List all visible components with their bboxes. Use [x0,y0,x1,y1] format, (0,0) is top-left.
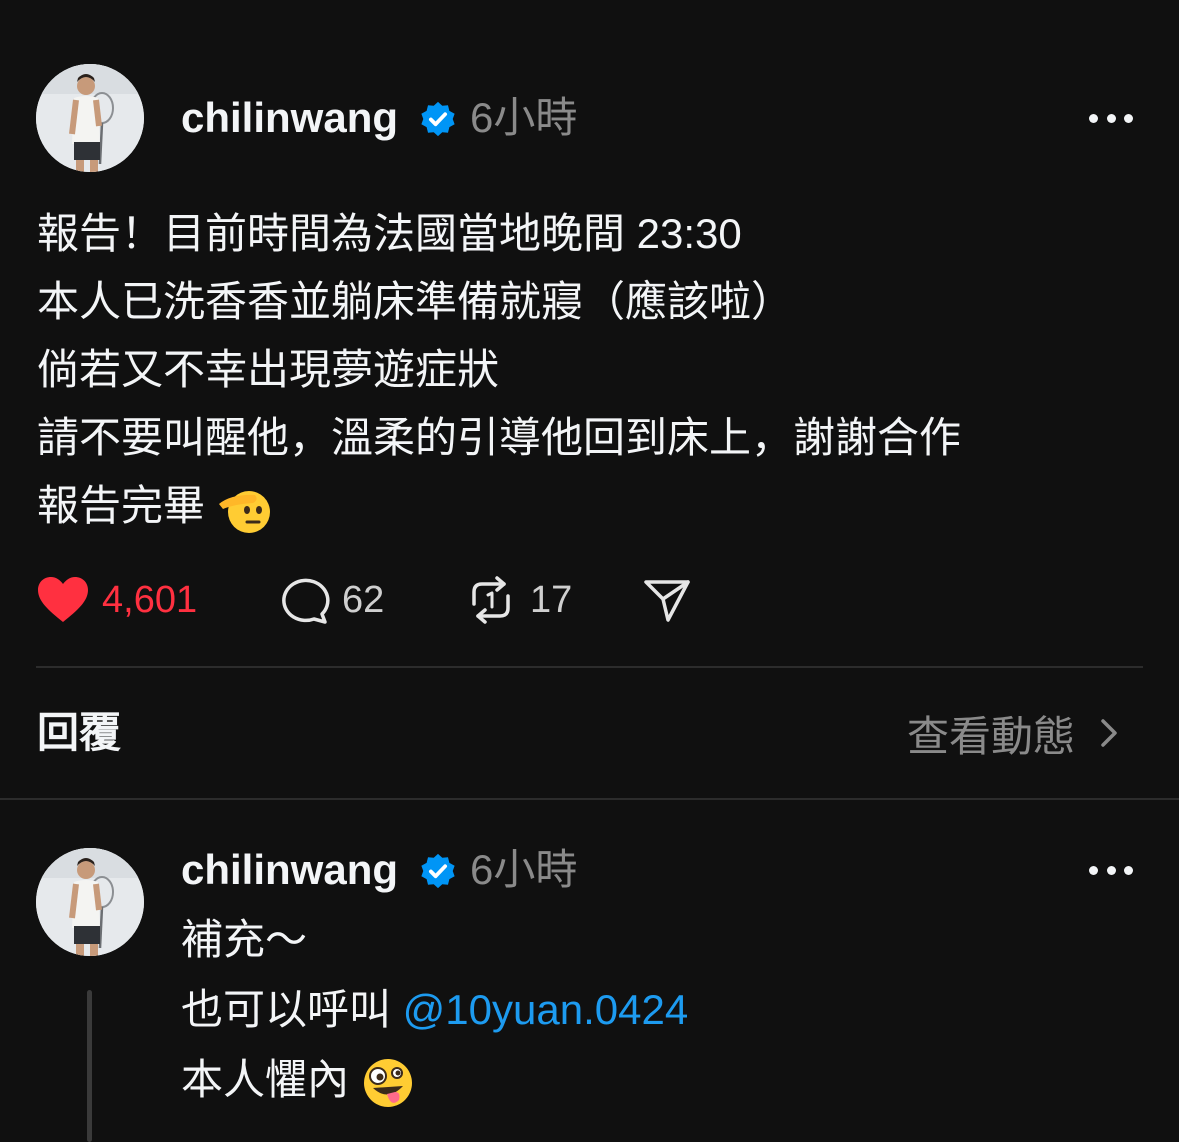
post-actions: 4,601 62 17 [36,570,736,630]
repost-button[interactable]: 17 [464,570,572,630]
saluting-face-emoji [218,490,270,533]
post-body: 報告！目前時間為法國當地晚間 23:30 本人已洗香香並躺床準備就寢（應該啦） … [37,200,1137,540]
section-divider [0,798,1179,800]
post-line: 倘若又不幸出現夢遊症狀 [37,346,500,393]
reply-avatar[interactable] [36,848,144,956]
verified-badge-icon [421,101,455,137]
more-options-icon[interactable] [1089,860,1133,880]
post-line: 請不要叫醒他，溫柔的引導他回到床上，謝謝合作 [37,414,962,461]
post-line-text: 報告完畢 [37,482,206,529]
reply-line: 也可以呼叫 @10yuan.0424 [181,975,688,1045]
thread-line [87,990,92,1142]
repost-icon [472,576,510,624]
like-button[interactable]: 4,601 [36,570,197,630]
send-icon [644,580,690,622]
reply-line-text: 本人懼內 [181,1056,350,1103]
repost-count: 17 [530,578,573,621]
share-button[interactable] [642,570,692,630]
avatar[interactable] [36,64,144,172]
chevron-right-icon [1101,719,1117,747]
replies-heading: 回覆 [37,709,122,756]
mention-link[interactable]: @10yuan.0424 [403,986,689,1033]
comment-count: 62 [342,578,385,621]
view-activity-link[interactable]: 查看動態 [907,705,1129,761]
post-username[interactable]: chilinwang [181,93,398,143]
post-time: 6小時 [470,94,578,141]
zany-face-emoji [363,1058,412,1107]
post-line-last: 報告完畢 [37,472,1137,540]
reply-body: 補充～ 也可以呼叫 @10yuan.0424 本人懼內 [181,905,688,1115]
post-line: 本人已洗香香並躺床準備就寢（應該啦） [37,278,794,325]
heart-icon [38,577,88,622]
reply-line-last: 本人懼內 [181,1045,688,1115]
reply-line: 補充～ [181,916,308,963]
more-options-icon[interactable] [1089,108,1133,128]
verified-badge-icon [421,853,455,889]
comment-button[interactable]: 62 [278,570,384,630]
reply-time: 6小時 [470,846,578,893]
divider [36,666,1143,668]
comment-icon [282,578,330,624]
view-activity-label: 查看動態 [906,712,1075,760]
like-count: 4,601 [102,578,198,621]
post-line: 報告！目前時間為法國當地晚間 23:30 [37,210,742,257]
reply-username[interactable]: chilinwang [181,845,398,895]
reply-line-text: 也可以呼叫 [181,986,403,1033]
